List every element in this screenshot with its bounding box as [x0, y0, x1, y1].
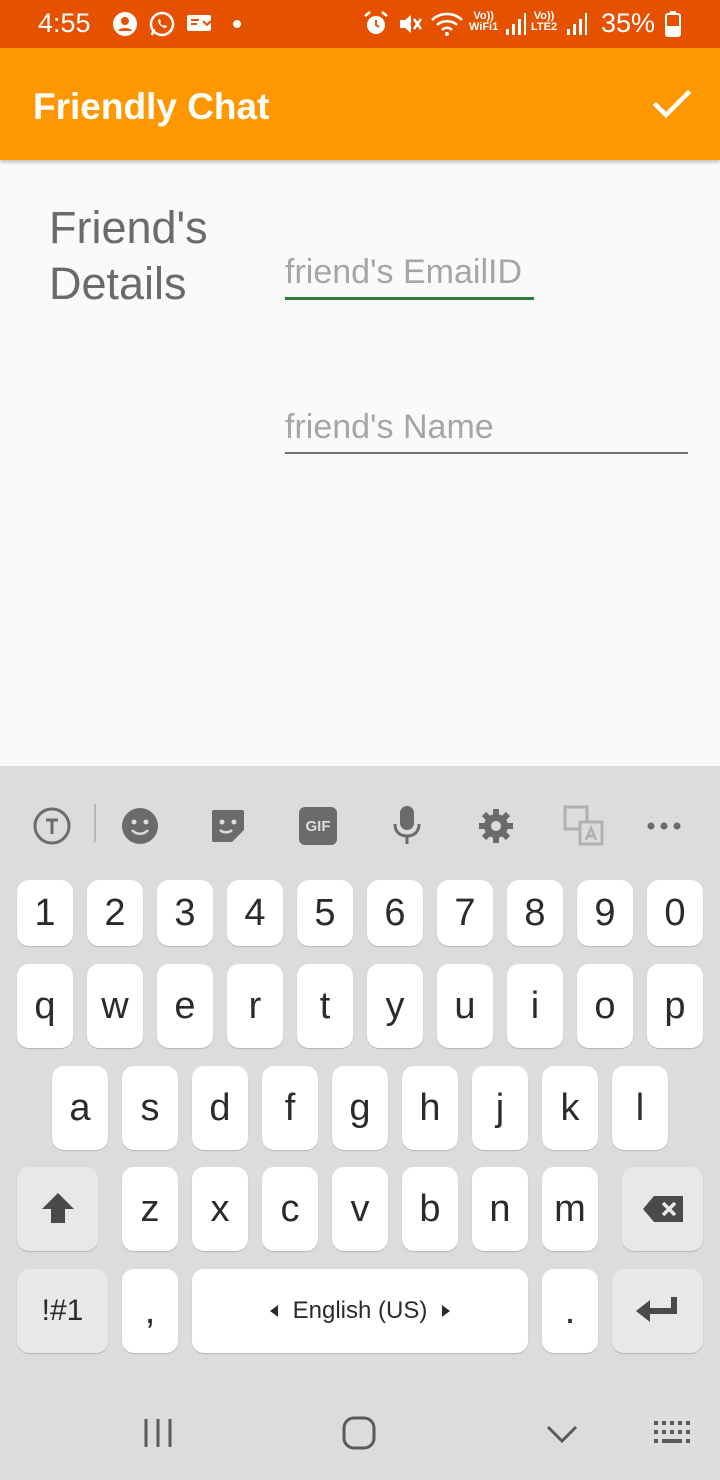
key-c[interactable]: c: [262, 1167, 318, 1251]
friends-details-label: Friend's Details: [49, 200, 208, 312]
key-p[interactable]: p: [647, 964, 703, 1048]
key-u[interactable]: u: [437, 964, 493, 1048]
label-line-1: Friend's: [49, 202, 208, 253]
navigation-bar: [0, 1395, 720, 1480]
space-key[interactable]: English (US): [192, 1269, 528, 1353]
text-recognition-icon[interactable]: [30, 804, 74, 848]
key-6[interactable]: 6: [367, 880, 423, 946]
home-icon[interactable]: [340, 1415, 378, 1456]
battery-percent: 35%: [601, 8, 656, 38]
sim2-label: Vo)) LTE2: [531, 10, 558, 33]
name-field-underline: [285, 452, 688, 454]
emoji-icon[interactable]: [118, 804, 162, 848]
period-key[interactable]: .: [542, 1269, 598, 1353]
translate-icon[interactable]: [562, 804, 606, 848]
key-a[interactable]: a: [52, 1066, 108, 1150]
app-title: Friendly Chat: [33, 86, 270, 127]
microphone-icon[interactable]: [385, 804, 429, 848]
signal-strength-2-icon: [566, 10, 588, 38]
language-left-icon: [269, 1305, 278, 1317]
key-q[interactable]: q: [17, 964, 73, 1048]
key-r[interactable]: r: [227, 964, 283, 1048]
account-icon: [112, 10, 138, 38]
key-1[interactable]: 1: [17, 880, 73, 946]
signal-strength-1-icon: [505, 10, 527, 38]
key-9[interactable]: 9: [577, 880, 633, 946]
key-x[interactable]: x: [192, 1167, 248, 1251]
backspace-icon: [642, 1196, 683, 1222]
more-dots-icon[interactable]: [642, 804, 686, 848]
name-field-container: [285, 405, 689, 454]
key-k[interactable]: k: [542, 1066, 598, 1150]
settings-gear-icon[interactable]: [474, 804, 518, 848]
key-f[interactable]: f: [262, 1066, 318, 1150]
sticker-icon[interactable]: [206, 804, 250, 848]
key-2[interactable]: 2: [87, 880, 143, 946]
key-w[interactable]: w: [87, 964, 143, 1048]
key-y[interactable]: y: [367, 964, 423, 1048]
key-i[interactable]: i: [507, 964, 563, 1048]
key-l[interactable]: l: [612, 1066, 668, 1150]
key-b[interactable]: b: [402, 1167, 458, 1251]
email-field-underline: [285, 297, 534, 300]
status-bar: 4:55 Vo)) WiFi1 Vo)) LTE2 35%: [0, 0, 720, 48]
key-m[interactable]: m: [542, 1167, 598, 1251]
recents-icon[interactable]: [140, 1415, 176, 1456]
notification-dot-icon: [232, 10, 242, 38]
email-field[interactable]: [285, 250, 535, 294]
keyboard-switch-icon[interactable]: [652, 1419, 694, 1454]
sim1-label: Vo)) WiFi1: [469, 10, 499, 33]
key-4[interactable]: 4: [227, 880, 283, 946]
key-8[interactable]: 8: [507, 880, 563, 946]
symbols-key[interactable]: !#1: [17, 1269, 108, 1353]
key-e[interactable]: e: [157, 964, 213, 1048]
missed-call-icon: [185, 10, 215, 38]
name-field[interactable]: [285, 405, 689, 449]
key-7[interactable]: 7: [437, 880, 493, 946]
key-j[interactable]: j: [472, 1066, 528, 1150]
status-time: 4:55: [38, 8, 91, 38]
alarm-icon: [362, 10, 390, 38]
toolbar-divider: [94, 804, 96, 842]
wifi-icon: [430, 10, 464, 38]
enter-key[interactable]: [612, 1269, 703, 1353]
key-s[interactable]: s: [122, 1066, 178, 1150]
shift-key[interactable]: [17, 1167, 98, 1251]
app-bar: Friendly Chat: [0, 48, 720, 160]
key-n[interactable]: n: [472, 1167, 528, 1251]
key-5[interactable]: 5: [297, 880, 353, 946]
backspace-key[interactable]: [622, 1167, 703, 1251]
key-h[interactable]: h: [402, 1066, 458, 1150]
key-o[interactable]: o: [577, 964, 633, 1048]
email-field-container: [285, 250, 535, 300]
shift-arrow-icon: [41, 1193, 74, 1223]
key-v[interactable]: v: [332, 1167, 388, 1251]
space-key-label: English (US): [292, 1297, 428, 1324]
checkmark-icon[interactable]: [650, 82, 694, 126]
back-icon[interactable]: [544, 1419, 580, 1452]
key-t[interactable]: t: [297, 964, 353, 1048]
keyboard: GIF 1 2 3 4 5 6 7 8 9 0 q w e r t y u i …: [0, 766, 720, 1480]
gif-icon[interactable]: GIF: [296, 804, 340, 848]
battery-icon: [664, 10, 682, 38]
gif-label: GIF: [299, 807, 337, 845]
language-right-icon: [442, 1305, 451, 1317]
key-d[interactable]: d: [192, 1066, 248, 1150]
mute-icon: [396, 10, 424, 38]
comma-key[interactable]: ,: [122, 1269, 178, 1353]
whatsapp-icon: [148, 10, 176, 38]
key-3[interactable]: 3: [157, 880, 213, 946]
key-0[interactable]: 0: [647, 880, 703, 946]
key-g[interactable]: g: [332, 1066, 388, 1150]
label-line-2: Details: [49, 258, 187, 309]
enter-icon: [635, 1297, 677, 1322]
key-z[interactable]: z: [122, 1167, 178, 1251]
